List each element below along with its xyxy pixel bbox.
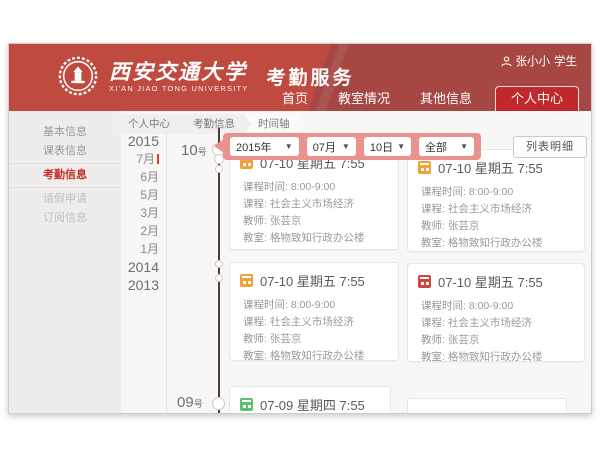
card-field: 课程: 社会主义市场经济 bbox=[421, 201, 574, 218]
day-suffix: 号 bbox=[198, 147, 207, 157]
nav-item[interactable]: 首页 bbox=[267, 86, 323, 111]
filter-dropdown-month[interactable]: 07月 ▼ bbox=[307, 137, 356, 156]
breadcrumb-item[interactable]: 个人中心 bbox=[114, 114, 186, 134]
timeline-year-item[interactable]: 5月 bbox=[117, 186, 159, 204]
user-role: 学生 bbox=[554, 53, 577, 69]
user-name: 张小小 bbox=[516, 53, 551, 69]
timeline-year-item[interactable]: 7月 bbox=[117, 150, 159, 168]
list-detail-button[interactable]: 列表明细 bbox=[513, 136, 587, 158]
card-field: 教室: 格物致知行政办公楼 bbox=[421, 349, 574, 362]
dropdown-value: 全部 bbox=[425, 139, 447, 155]
card-header: 07-10 星期五 7:55 bbox=[240, 271, 388, 290]
card-header: 07-10 星期五 7:55 bbox=[418, 272, 574, 291]
card-fields: 课程时间: 8:00-9:00课程: 社会主义市场经济教师: 张芸京教室: 格物… bbox=[421, 184, 574, 252]
timeline-year-nav: 20157月6月5月3月2月1月20142013 bbox=[117, 132, 167, 413]
timeline-year-item[interactable]: 2月 bbox=[117, 222, 159, 240]
sidebar: 基本信息课表信息考勤信息请假申请订阅信息 bbox=[9, 111, 121, 413]
card-title: 07-10 星期五 7:55 bbox=[438, 158, 543, 177]
card-field: 课程时间: 8:00-9:00 bbox=[243, 179, 388, 196]
card-header: 07-09 星期四 7:55 bbox=[240, 395, 380, 414]
university-name-en: XI'AN JIAO TONG UNIVERSITY bbox=[109, 84, 248, 93]
day-suffix: 号 bbox=[194, 399, 203, 409]
sidebar-item[interactable]: 课表信息 bbox=[9, 142, 121, 161]
card-title: 07-10 星期五 7:55 bbox=[438, 272, 543, 291]
card-field: 教室: 格物致知行政办公楼 bbox=[421, 235, 574, 252]
card-title: 07-10 星期五 7:55 bbox=[260, 271, 365, 290]
card-field: 签到类型: 正常签到 bbox=[243, 247, 388, 250]
user-info[interactable]: 张小小 学生 bbox=[501, 53, 578, 69]
filter-bar: 2015年 ▼ 07月 ▼ 10日 ▼ 全部 ▼ bbox=[223, 133, 481, 160]
card-field: 课程时间: 8:00-9:00 bbox=[421, 298, 574, 315]
card-fields: 课程时间: 8:00-9:00课程: 社会主义市场经济教师: 张芸京教室: 格物… bbox=[243, 179, 388, 250]
nav-item[interactable]: 教室情况 bbox=[323, 86, 405, 111]
timeline-year-item[interactable]: 2015 bbox=[117, 132, 159, 150]
breadcrumb-item[interactable]: 时间轴 bbox=[244, 114, 306, 134]
card-field: 课程: 社会主义市场经济 bbox=[243, 314, 388, 331]
attendance-card[interactable]: 07-10 星期五 7:55 课程时间: 8:00-9:00课程: 社会主义市场… bbox=[407, 149, 585, 252]
card-field: 课程: 社会主义市场经济 bbox=[243, 196, 388, 213]
sidebar-item[interactable]: 请假申请 bbox=[9, 190, 121, 209]
dropdown-value: 2015年 bbox=[236, 139, 271, 155]
breadcrumb-item[interactable]: 考勤信息 bbox=[179, 114, 251, 134]
university-seal-icon bbox=[57, 55, 99, 97]
timeline-node[interactable] bbox=[215, 165, 223, 173]
attendance-card[interactable]: 07-10 星期五 7:55 课程时间: 8:00-9:00课程: 社会主义市场… bbox=[407, 263, 585, 362]
calendar-icon bbox=[240, 274, 253, 287]
nav-item[interactable]: 其他信息 bbox=[405, 86, 487, 111]
calendar-icon bbox=[418, 161, 431, 174]
nav-item-active[interactable]: 个人中心 bbox=[495, 86, 579, 111]
calendar-icon bbox=[240, 398, 253, 411]
card-fields: 课程时间: 8:00-9:00课程: 社会主义市场经济教师: 张芸京教室: 格物… bbox=[421, 298, 574, 362]
card-field: 课程: 社会主义市场经济 bbox=[421, 315, 574, 332]
card-field: 教师: 张芸京 bbox=[421, 218, 574, 235]
attendance-card[interactable]: 07-09 星期四 7:55 bbox=[229, 386, 391, 414]
university-name-cn: 西安交通大学 bbox=[109, 60, 248, 84]
day-number: 09 bbox=[177, 394, 194, 411]
card-header: 07-10 星期五 7:55 bbox=[418, 158, 574, 177]
user-icon bbox=[501, 56, 512, 67]
card-field: 教师: 张芸京 bbox=[243, 213, 388, 230]
attendance-card[interactable]: 07-10 星期五 7:55 课程时间: 8:00-9:00课程: 社会主义市场… bbox=[229, 262, 399, 361]
chevron-down-icon: ▼ bbox=[285, 142, 293, 151]
timeline-node[interactable] bbox=[215, 274, 223, 282]
card-field: 教室: 格物致知行政办公楼 bbox=[243, 348, 388, 361]
sidebar-item[interactable]: 考勤信息 bbox=[9, 163, 121, 188]
timeline-day-label[interactable]: 10号 bbox=[181, 142, 207, 160]
university-titles: 西安交通大学 XI'AN JIAO TONG UNIVERSITY bbox=[109, 60, 248, 93]
card-field: 课程时间: 8:00-9:00 bbox=[421, 184, 574, 201]
chevron-down-icon: ▼ bbox=[460, 142, 468, 151]
chevron-down-icon: ▼ bbox=[342, 142, 350, 151]
card-field: 教师: 张芸京 bbox=[421, 332, 574, 349]
card-fields: 课程时间: 8:00-9:00课程: 社会主义市场经济教师: 张芸京教室: 格物… bbox=[243, 297, 388, 361]
card-field: 课程时间: 8:00-9:00 bbox=[243, 297, 388, 314]
filter-dropdown-day[interactable]: 10日 ▼ bbox=[364, 137, 411, 156]
attendance-card[interactable] bbox=[407, 398, 567, 414]
dropdown-value: 07月 bbox=[313, 139, 336, 155]
timeline-year-item[interactable]: 3月 bbox=[117, 204, 159, 222]
app-window: 西安交通大学 XI'AN JIAO TONG UNIVERSITY 考勤服务 张… bbox=[8, 43, 592, 414]
card-field: 教室: 格物致知行政办公楼 bbox=[243, 230, 388, 247]
sidebar-item[interactable]: 基本信息 bbox=[9, 123, 121, 142]
timeline-node[interactable] bbox=[212, 397, 225, 410]
main-nav: 首页教室情况其他信息个人中心 bbox=[267, 86, 585, 111]
filter-dropdown-type[interactable]: 全部 ▼ bbox=[419, 137, 474, 156]
timeline-node[interactable] bbox=[215, 260, 223, 268]
timeline-year-item[interactable]: 2013 bbox=[117, 276, 159, 294]
timeline-day-label[interactable]: 09号 bbox=[177, 394, 203, 412]
card-field: 教师: 张芸京 bbox=[243, 331, 388, 348]
timeline-year-item[interactable]: 6月 bbox=[117, 168, 159, 186]
dropdown-value: 10日 bbox=[370, 139, 393, 155]
day-number: 10 bbox=[181, 142, 198, 159]
calendar-icon bbox=[418, 275, 431, 288]
filter-dropdown-year[interactable]: 2015年 ▼ bbox=[230, 137, 299, 156]
chevron-down-icon: ▼ bbox=[397, 142, 405, 151]
timeline-year-item[interactable]: 2014 bbox=[117, 258, 159, 276]
sidebar-item[interactable]: 订阅信息 bbox=[9, 209, 121, 228]
card-title: 07-09 星期四 7:55 bbox=[260, 395, 365, 414]
breadcrumb: 个人中心考勤信息时间轴 bbox=[114, 114, 299, 134]
timeline-year-item[interactable]: 1月 bbox=[117, 240, 159, 258]
app-header: 西安交通大学 XI'AN JIAO TONG UNIVERSITY 考勤服务 张… bbox=[9, 44, 591, 111]
